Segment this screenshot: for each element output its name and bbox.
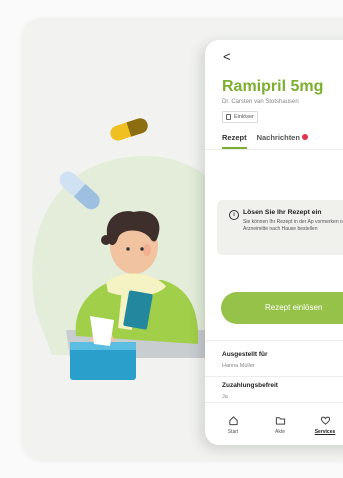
section-divider (205, 340, 343, 341)
info-icon: i (229, 210, 239, 220)
phone-mockup: < Ramipril 5mg Dr. Carsten van Stotshaus… (205, 40, 343, 445)
document-icon (226, 114, 231, 120)
copay-exempt-value: Ja (222, 394, 228, 400)
nav-start[interactable]: Start (222, 415, 244, 435)
screen: < Ramipril 5mg Dr. Carsten van Stotshaus… (0, 0, 343, 478)
nav-services[interactable]: Services (314, 415, 336, 435)
copay-exempt-label: Zuzahlungsbefreit (222, 382, 278, 389)
info-box: i Lösen Sie Ihr Rezept ein Sie können Ih… (217, 200, 343, 255)
nav-start-label: Start (227, 429, 239, 435)
nav-services-label: Services (314, 429, 336, 435)
issued-for-label: Ausgestellt für (222, 351, 268, 358)
tab-divider (205, 149, 343, 150)
prescribing-doctor: Dr. Carsten van Stotshausen (222, 99, 299, 105)
bottom-navigation: Start Akte Services (205, 402, 343, 445)
nav-akte[interactable]: Akte (269, 415, 291, 435)
tab-bar: Rezept Nachrichten (222, 133, 308, 149)
chevron-left-icon[interactable]: < (223, 50, 231, 64)
capsule-pill-yellow-illustration (110, 118, 148, 141)
tab-rezept[interactable]: Rezept (222, 133, 247, 149)
folder-icon (275, 417, 285, 425)
info-text: Sie können Ihr Rezept in der Ap vormerke… (243, 219, 343, 232)
redeem-prescription-button[interactable]: Rezept einlösen (221, 292, 343, 324)
nav-akte-label: Akte (274, 429, 285, 435)
tab-nachrichten-label: Nachrichten (256, 133, 300, 142)
home-icon (228, 416, 238, 426)
prescription-tag-label: Einlöser (234, 114, 254, 120)
issued-for-value: Hanna Müller (222, 363, 255, 369)
info-title: Lösen Sie Ihr Rezept ein (243, 209, 322, 216)
prescription-tag: Einlöser (222, 111, 258, 123)
section-divider (205, 376, 343, 377)
tab-nachrichten[interactable]: Nachrichten (257, 133, 308, 149)
medication-title: Ramipril 5mg (222, 78, 324, 95)
heart-icon (320, 416, 330, 425)
notification-badge (301, 134, 308, 140)
